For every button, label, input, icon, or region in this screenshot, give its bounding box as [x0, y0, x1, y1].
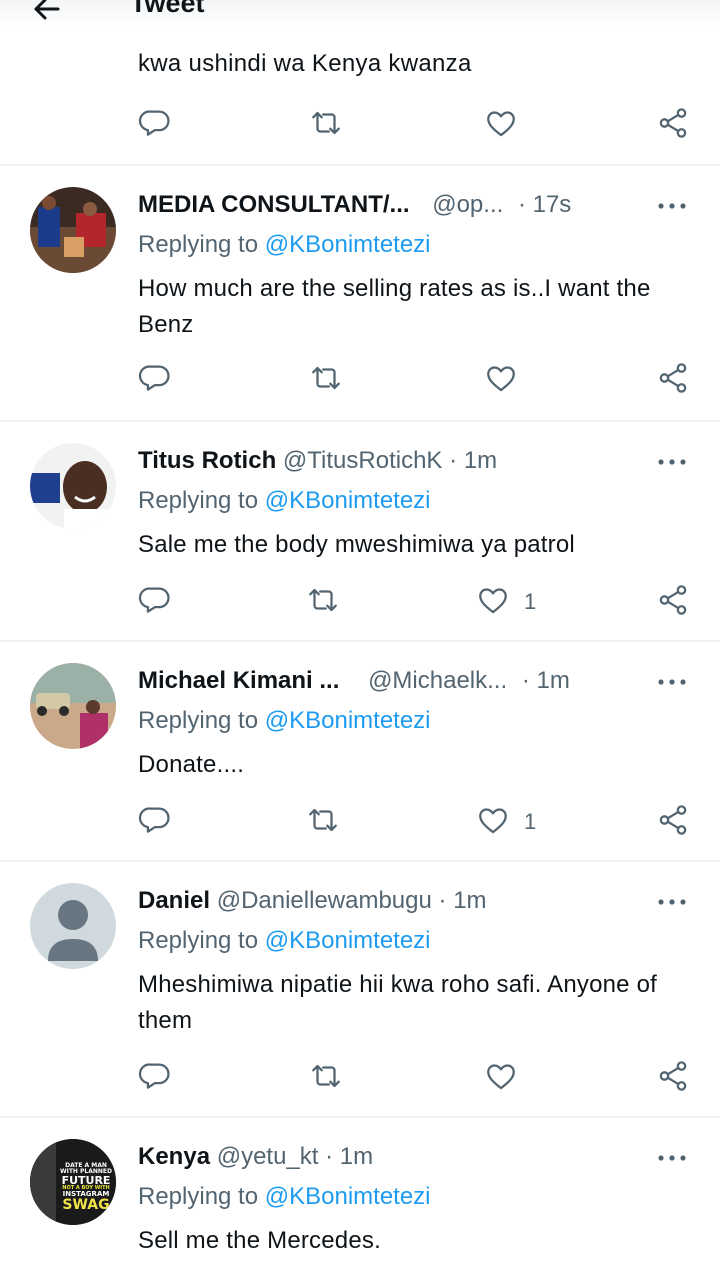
reply-icon[interactable]	[138, 1059, 172, 1093]
like-icon[interactable]	[484, 1059, 518, 1093]
share-icon[interactable]	[656, 803, 690, 837]
tweet-header: Kenya @yetu_kt · 1m	[138, 1143, 373, 1171]
reply-tweet[interactable]: Michael Kimani ... @Michaelk... · 1m Rep…	[0, 641, 720, 860]
mention-link[interactable]: @KBonimtetezi	[265, 1183, 431, 1210]
mention-link[interactable]: @KBonimtetezi	[265, 487, 431, 514]
retweet-icon[interactable]	[309, 1059, 343, 1093]
replying-label: Replying to	[138, 707, 259, 734]
timestamp: · 1m	[449, 447, 498, 474]
like-icon[interactable]	[476, 583, 510, 617]
like-icon[interactable]	[476, 803, 510, 837]
mention-link[interactable]: @KBonimtetezi	[265, 927, 431, 954]
tweet-actions	[0, 106, 720, 142]
previous-tweet-tail[interactable]: kwa ushindi wa Kenya kwanza	[0, 26, 720, 165]
tweet-text: How much are the selling rates as is..I …	[138, 275, 651, 338]
replying-to: Replying to @KBonimtetezi	[138, 1183, 431, 1211]
display-name[interactable]: Titus Rotich	[138, 447, 276, 474]
replying-label: Replying to	[138, 231, 259, 258]
timestamp: · 1m	[521, 667, 570, 694]
page-title: Tweet	[130, 0, 205, 18]
reply-tweet[interactable]: DATE A MAN WITH PLANNED FUTURE NOT A BOY…	[0, 1117, 720, 1267]
reply-icon[interactable]	[138, 106, 172, 140]
like-count: 1	[524, 589, 537, 614]
back-arrow-icon[interactable]	[30, 0, 64, 26]
reply-icon[interactable]	[138, 583, 172, 617]
retweet-icon[interactable]	[306, 803, 340, 837]
retweet-icon[interactable]	[306, 583, 340, 617]
tweet-header: MEDIA CONSULTANT/... @op... · 17s	[138, 191, 571, 219]
share-icon[interactable]	[656, 1059, 690, 1093]
replying-label: Replying to	[138, 1183, 259, 1210]
retweet-icon[interactable]	[309, 106, 343, 140]
mention-link[interactable]: @KBonimtetezi	[265, 231, 431, 258]
like-icon[interactable]	[484, 361, 518, 395]
replying-to: Replying to @KBonimtetezi	[138, 707, 431, 735]
tweet-header: Titus Rotich @TitusRotichK · 1m	[138, 447, 497, 475]
share-icon[interactable]	[656, 583, 690, 617]
replying-label: Replying to	[138, 927, 259, 954]
timestamp: · 1m	[438, 887, 487, 914]
avatar[interactable]: DATE A MAN WITH PLANNED FUTURE NOT A BOY…	[30, 1139, 116, 1225]
more-icon[interactable]	[656, 457, 688, 467]
share-icon[interactable]	[656, 361, 690, 395]
tweet-actions	[0, 361, 720, 397]
top-bar: Tweet	[0, 0, 720, 26]
avatar-poster-text: DATE A MAN WITH PLANNED FUTURE NOT A BOY…	[59, 1162, 113, 1213]
tweet-text: Donate....	[138, 751, 245, 778]
like-icon[interactable]	[484, 106, 518, 140]
more-icon[interactable]	[656, 897, 688, 907]
handle[interactable]: @op...	[432, 191, 503, 218]
tweet-text: Sell me the Mercedes.	[138, 1227, 381, 1254]
avatar[interactable]	[30, 663, 116, 749]
more-icon[interactable]	[656, 677, 688, 687]
handle[interactable]: @TitusRotichK	[283, 447, 443, 474]
tweet-header: Michael Kimani ... @Michaelk... · 1m	[138, 667, 570, 695]
handle[interactable]: @Michaelk...	[368, 667, 507, 694]
display-name[interactable]: Kenya	[138, 1143, 210, 1170]
reply-tweet[interactable]: Titus Rotich @TitusRotichK · 1m Replying…	[0, 421, 720, 640]
reply-icon[interactable]	[138, 803, 172, 837]
display-name[interactable]: Michael Kimani ...	[138, 667, 339, 694]
tweet-text: Mheshimiwa nipatie hii kwa roho safi. An…	[138, 971, 658, 1034]
avatar[interactable]	[30, 883, 116, 969]
replying-to: Replying to @KBonimtetezi	[138, 487, 431, 515]
replying-to: Replying to @KBonimtetezi	[138, 231, 431, 259]
avatar[interactable]	[30, 443, 116, 529]
avatar[interactable]	[30, 187, 116, 273]
more-icon[interactable]	[656, 1153, 688, 1163]
tweet-actions	[0, 1059, 720, 1095]
reply-icon[interactable]	[138, 361, 172, 395]
tweet-text: kwa ushindi wa Kenya kwanza	[138, 50, 472, 77]
display-name[interactable]: MEDIA CONSULTANT/...	[138, 191, 410, 218]
reply-tweet[interactable]: Daniel @Daniellewambugu · 1m Replying to…	[0, 861, 720, 1116]
like-count: 1	[524, 809, 537, 834]
timestamp: · 1m	[325, 1143, 374, 1170]
tweet-actions: 1	[0, 803, 720, 839]
tweet-text: Sale me the body mweshimiwa ya patrol	[138, 531, 575, 558]
share-icon[interactable]	[656, 106, 690, 140]
handle[interactable]: @Daniellewambugu	[217, 887, 432, 914]
tweet-actions: 1	[0, 583, 720, 619]
reply-tweet[interactable]: MEDIA CONSULTANT/... @op... · 17s Replyi…	[0, 165, 720, 420]
mention-link[interactable]: @KBonimtetezi	[265, 707, 431, 734]
replying-label: Replying to	[138, 487, 259, 514]
handle[interactable]: @yetu_kt	[217, 1143, 319, 1170]
retweet-icon[interactable]	[309, 361, 343, 395]
display-name[interactable]: Daniel	[138, 887, 210, 914]
timestamp: · 17s	[517, 191, 572, 218]
replying-to: Replying to @KBonimtetezi	[138, 927, 431, 955]
more-icon[interactable]	[656, 201, 688, 211]
tweet-header: Daniel @Daniellewambugu · 1m	[138, 887, 487, 915]
